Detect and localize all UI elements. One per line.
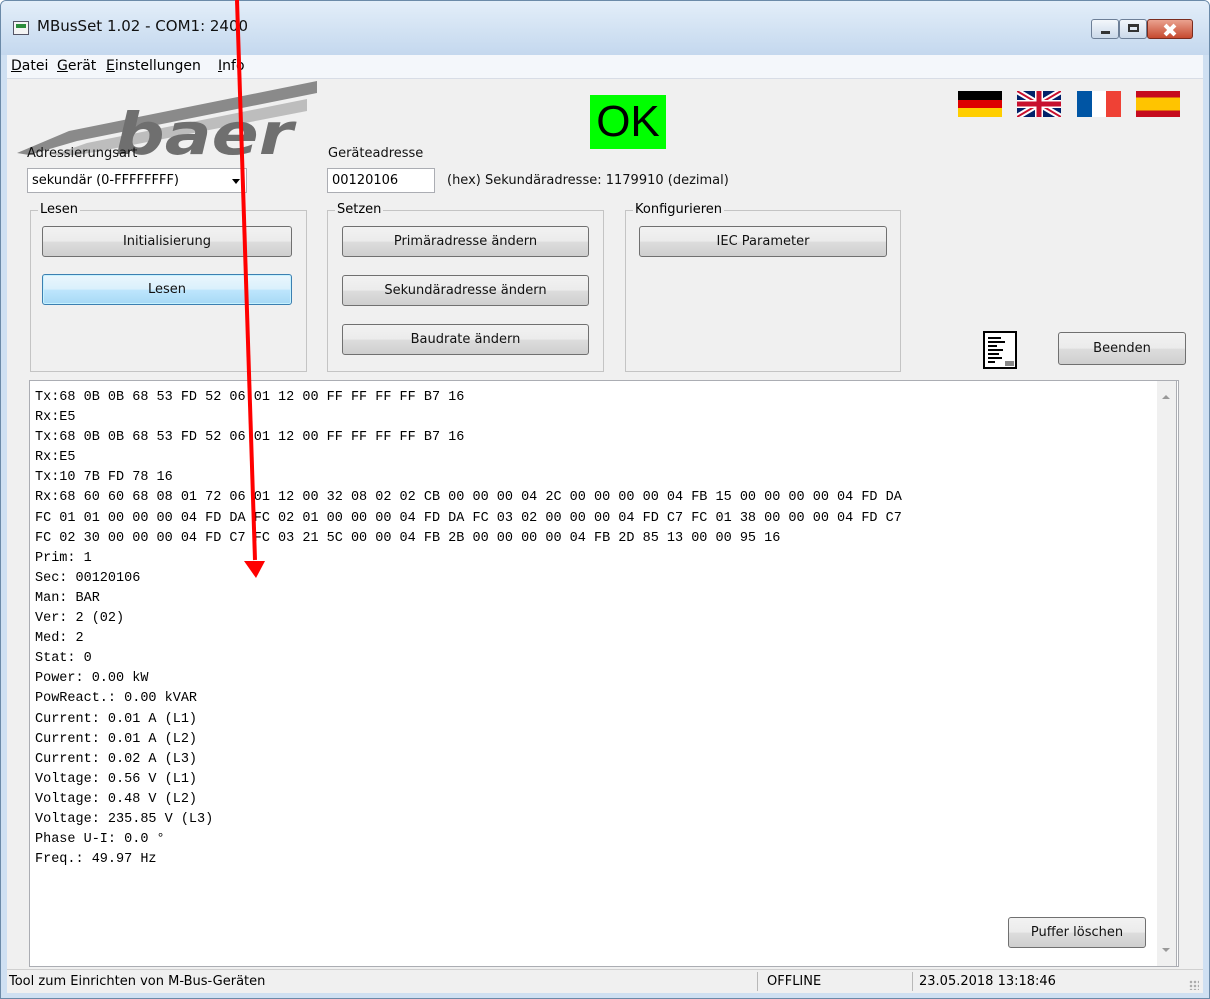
initialize-button[interactable]: Initialisierung <box>42 226 292 257</box>
status-hint: Tool zum Einrichten von M-Bus-Geräten <box>9 974 266 989</box>
group-konfigurieren-title: Konfigurieren <box>633 202 725 217</box>
change-secondary-address-button[interactable]: Sekundäradresse ändern <box>342 275 589 306</box>
status-ok-indicator: OK <box>590 95 666 149</box>
log-line: FC 02 30 00 00 00 04 FD C7 FC 03 21 5C 0… <box>35 530 781 546</box>
log-line: Tx:68 0B 0B 68 53 FD 52 06 01 12 00 FF F… <box>35 430 465 446</box>
log-line: Freq.: 49.97 Hz <box>35 852 157 868</box>
addressing-value: sekundär (0-FFFFFFFF) <box>32 173 179 188</box>
status-separator <box>912 972 913 991</box>
maximize-button[interactable] <box>1119 19 1147 39</box>
log-line: Voltage: 0.56 V (L1) <box>35 771 198 787</box>
log-line: Phase U-I: 0.0 ° <box>35 832 165 848</box>
log-line: Tx:10 7B FD 78 16 <box>35 470 173 486</box>
addressing-select[interactable]: sekundär (0-FFFFFFFF) <box>27 168 247 193</box>
exit-button[interactable]: Beenden <box>1058 332 1186 365</box>
scroll-down-icon[interactable] <box>1162 948 1170 952</box>
menu-accesskey: D <box>11 58 22 74</box>
logo-text: baer <box>115 100 297 155</box>
status-datetime: 23.05.2018 13:18:46 <box>919 974 1056 989</box>
log-line: Power: 0.00 kW <box>35 671 149 687</box>
menu-accesskey: E <box>106 58 115 74</box>
minimize-button[interactable] <box>1091 19 1119 39</box>
group-setzen-title: Setzen <box>335 202 384 217</box>
iec-parameter-button[interactable]: IEC Parameter <box>639 226 887 257</box>
addressing-label: Adressierungsart <box>27 146 138 161</box>
german-flag-icon[interactable] <box>958 91 1002 117</box>
menu-geraet[interactable]: Gerät <box>57 58 96 74</box>
log-line: Voltage: 0.48 V (L2) <box>35 791 198 807</box>
log-line: Prim: 1 <box>35 550 92 566</box>
spanish-flag-icon[interactable] <box>1136 91 1180 117</box>
clear-buffer-button[interactable]: Puffer löschen <box>1008 917 1146 948</box>
menu-accesskey: I <box>218 58 223 74</box>
close-button[interactable] <box>1147 19 1193 39</box>
log-line: Tx:68 0B 0B 68 53 FD 52 06 01 12 00 FF F… <box>35 390 465 405</box>
window-title: MBusSet 1.02 - COM1: 2400 <box>37 17 249 35</box>
menu-bar: Datei Gerät Einstellungen Info <box>7 55 1203 79</box>
log-line: PowReact.: 0.00 kVAR <box>35 691 198 707</box>
change-baudrate-button[interactable]: Baudrate ändern <box>342 324 589 355</box>
app-icon[interactable] <box>13 21 29 35</box>
log-line: FC 01 01 00 00 00 04 FD DA FC 02 01 00 0… <box>35 510 902 526</box>
menu-einstellungen[interactable]: Einstellungen <box>106 58 201 74</box>
change-primary-address-button[interactable]: Primäradresse ändern <box>342 226 589 257</box>
client-area: Datei Gerät Einstellungen Info baer OK A… <box>7 55 1203 993</box>
log-line: Voltage: 235.85 V (L3) <box>35 811 214 827</box>
connection-status: OFFLINE <box>767 974 822 989</box>
console-scrollbar[interactable] <box>1157 380 1177 967</box>
menu-info[interactable]: Info <box>218 58 245 74</box>
scroll-up-icon[interactable] <box>1162 395 1170 399</box>
log-line: Rx:68 60 60 68 08 01 72 06 01 12 00 32 0… <box>35 490 902 506</box>
group-lesen-title: Lesen <box>38 202 81 217</box>
log-line: Sec: 00120106 <box>35 570 141 586</box>
log-line: Current: 0.01 A (L1) <box>35 711 198 727</box>
resize-grip-icon[interactable] <box>1189 980 1199 990</box>
log-line: Man: BAR <box>35 590 100 606</box>
device-address-input[interactable]: 00120106 <box>327 168 435 193</box>
log-line: Rx:E5 <box>35 410 76 426</box>
log-line: Rx:E5 <box>35 450 76 466</box>
device-address-value: 00120106 <box>332 173 399 188</box>
menu-datei[interactable]: Datei <box>11 58 48 74</box>
log-console[interactable]: Tx:68 0B 0B 68 53 FD 52 06 01 12 00 FF F… <box>29 380 1179 967</box>
app-window: MBusSet 1.02 - COM1: 2400 Datei Gerät Ei… <box>0 0 1210 999</box>
log-line: Med: 2 <box>35 631 84 647</box>
log-line: Current: 0.01 A (L2) <box>35 731 198 747</box>
uk-flag-icon[interactable] <box>1017 91 1061 117</box>
log-file-icon[interactable] <box>983 331 1017 369</box>
status-separator <box>757 972 758 991</box>
log-line: Current: 0.02 A (L3) <box>35 751 198 767</box>
log-lines: Tx:68 0B 0B 68 53 FD 52 06 01 12 00 FF F… <box>35 388 902 870</box>
log-line: Stat: 0 <box>35 651 92 667</box>
chevron-down-icon[interactable] <box>232 179 240 184</box>
status-bar: Tool zum Einrichten von M-Bus-Geräten OF… <box>7 969 1203 993</box>
french-flag-icon[interactable] <box>1077 91 1121 117</box>
title-bar: MBusSet 1.02 - COM1: 2400 <box>1 1 1209 55</box>
baer-logo: baer <box>17 81 317 155</box>
secondary-address-info: (hex) Sekundäradresse: 1179910 (dezimal) <box>447 173 729 188</box>
log-line: Ver: 2 (02) <box>35 611 125 627</box>
menu-accesskey: G <box>57 58 68 74</box>
read-button[interactable]: Lesen <box>42 274 292 305</box>
device-address-label: Geräteadresse <box>328 146 424 161</box>
